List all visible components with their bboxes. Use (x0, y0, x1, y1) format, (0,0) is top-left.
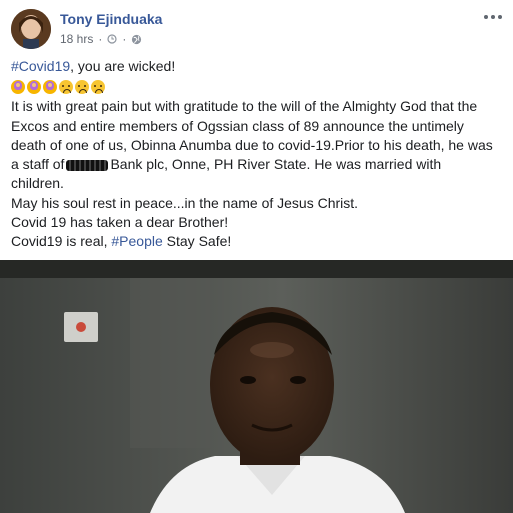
post-timestamp[interactable]: 18 hrs (60, 32, 93, 46)
post-meta: 18 hrs · · (60, 32, 142, 46)
post-line: May his soul rest in peace...in the name… (11, 194, 359, 211)
post-text: #Covid19, you are wicked! It is with gre… (11, 57, 506, 252)
redaction-scribble (66, 159, 109, 171)
post-photo[interactable] (0, 260, 513, 513)
pray-emoji-icon (27, 79, 41, 94)
hashtag-covid19[interactable]: #Covid19 (11, 58, 70, 74)
post-line: #Covid19, you are wicked! (11, 58, 176, 74)
post-line: Covid19 is real, #People Stay Safe! (11, 233, 232, 250)
post-line: a staff of Bank plc, Onne, PH River State… (11, 156, 442, 173)
pray-emoji-icon (11, 79, 25, 94)
emoji-row (11, 77, 506, 96)
post-line: death of one of us, Obinna Anumba due to… (11, 136, 493, 153)
clock-icon (107, 34, 117, 44)
sad-emoji-icon (91, 79, 105, 94)
post-line: It is with great pain but with gratitude… (11, 98, 478, 115)
pray-emoji-icon (43, 79, 57, 94)
avatar[interactable] (11, 9, 51, 49)
post-line: Covid 19 has taken a dear Brother! (11, 214, 229, 231)
author-name[interactable]: Tony Ejinduaka (60, 11, 162, 27)
post-line: children. (11, 175, 64, 192)
more-options-button[interactable] (484, 11, 502, 23)
more-horizontal-icon (484, 15, 488, 19)
hashtag-people[interactable]: #People (111, 233, 162, 249)
globe-icon[interactable] (131, 34, 142, 45)
sad-emoji-icon (75, 79, 89, 94)
sad-emoji-icon (59, 79, 73, 94)
post-line: Excos and entire members of Ogssian clas… (11, 117, 464, 134)
post-header: Tony Ejinduaka 18 hrs · · (0, 0, 513, 52)
